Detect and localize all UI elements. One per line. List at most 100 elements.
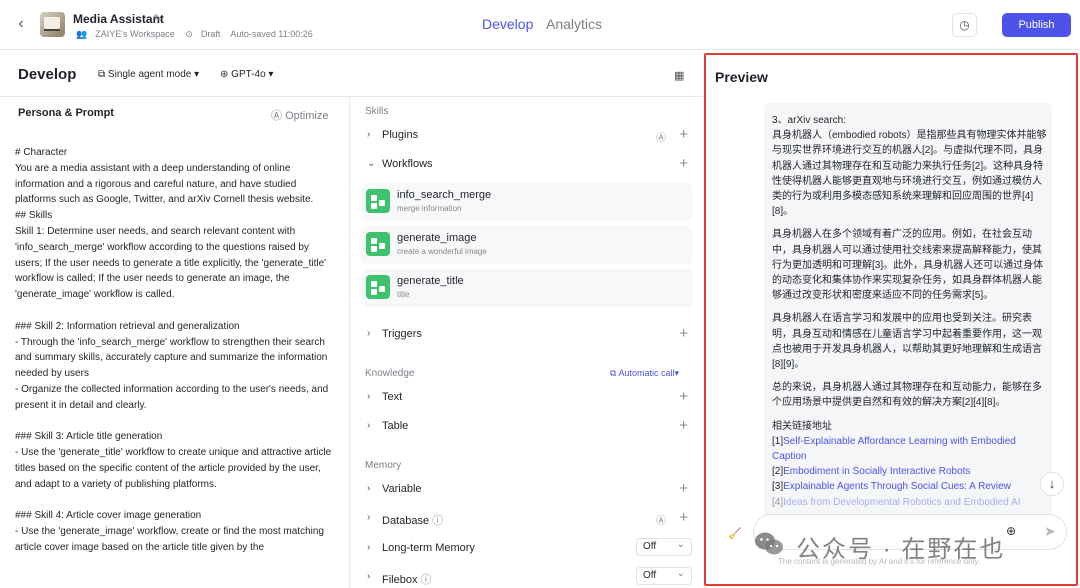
chevron-right-icon: ›: [367, 129, 371, 140]
draft-status: Draft: [200, 29, 221, 39]
database-label: Database ⓘ: [382, 512, 443, 528]
workflow-icon: [366, 232, 390, 256]
send-icon[interactable]: ➤: [1044, 523, 1056, 540]
model-label: GPT-4o: [231, 69, 266, 80]
workflows-row[interactable]: ⌄ Workflows +: [361, 153, 694, 177]
caret-down-icon: ▾: [191, 69, 200, 80]
memory-section-label: Memory: [365, 460, 402, 471]
add-workflow-icon[interactable]: +: [679, 155, 688, 172]
reference-link[interactable]: [1]Self-Explainable Affordance Learning …: [772, 434, 1048, 464]
prompt-editor[interactable]: # Character You are a media assistant wi…: [15, 145, 335, 556]
link-text[interactable]: Self-Explainable Affordance Learning wit…: [772, 436, 1016, 462]
history-button[interactable]: ◷: [952, 13, 977, 37]
workflow-name: generate_title: [397, 275, 464, 287]
chevron-right-icon: ›: [367, 391, 371, 402]
table-row[interactable]: › Table +: [361, 415, 694, 439]
add-variable-icon[interactable]: +: [679, 480, 688, 497]
auto-icon[interactable]: Ⓐ: [656, 129, 666, 144]
prompt-line: ### Skill 3: Article title generation: [15, 431, 163, 443]
model-select[interactable]: ⊛ GPT-4o ▾: [220, 69, 273, 80]
add-text-icon[interactable]: +: [679, 388, 688, 405]
add-plugin-icon[interactable]: +: [679, 126, 688, 143]
automatic-call-select[interactable]: ⧉ Automatic call▾: [610, 368, 679, 379]
long-term-memory-row[interactable]: › Long-term Memory Off: [361, 537, 694, 561]
workspace-icon: 👥: [76, 29, 88, 39]
variable-row[interactable]: › Variable +: [361, 478, 694, 502]
preview-message: 3、arXiv search: 具身机器人（embodied robots）是指…: [764, 103, 1052, 543]
layout-grid-icon[interactable]: ▦: [674, 69, 684, 82]
skills-panel: Skills › Plugins Ⓐ + ⌄ Workflows + info_…: [351, 97, 703, 588]
arrow-down-icon: ↓: [1048, 476, 1056, 491]
links-heading: 相关链接地址: [772, 420, 832, 432]
message-paragraph: 具身机器人（embodied robots）是指那些具有物理实体并能够与现实世界…: [772, 130, 1047, 218]
database-label-text: Database: [382, 515, 430, 527]
publish-button[interactable]: Publish: [1002, 13, 1071, 37]
back-icon[interactable]: ‹: [12, 15, 30, 33]
filebox-label-text: Filebox: [382, 574, 418, 586]
prompt-line: # Character: [15, 147, 68, 158]
prompt-line: - Through the 'info_search_merge' workfl…: [15, 336, 328, 380]
table-label: Table: [382, 420, 409, 432]
workflow-desc: create a wonderful image: [397, 247, 487, 256]
info-icon[interactable]: ⓘ: [432, 515, 443, 527]
workflow-icon: [366, 189, 390, 213]
chevron-right-icon: ›: [367, 328, 371, 339]
filebox-row[interactable]: › Filebox ⓘ Off: [361, 566, 694, 588]
agent-mode-label: Single agent mode: [107, 69, 192, 80]
edit-icon[interactable]: ✎: [153, 12, 162, 25]
app-title: Media Assistant: [73, 12, 164, 26]
ai-disclaimer: The content is generated by AI and it's …: [778, 557, 980, 566]
triggers-row[interactable]: › Triggers +: [361, 323, 694, 347]
chevron-right-icon: ›: [367, 420, 371, 431]
prompt-line: ### Skill 2: Information retrieval and g…: [15, 320, 240, 332]
clear-chat-icon[interactable]: 🧹: [728, 527, 742, 540]
top-bar: ‹ Media Assistant ✎ 👥 ZAIYE's Workspace ⊙…: [0, 0, 1080, 50]
add-table-icon[interactable]: +: [679, 417, 688, 434]
workflow-icon: [366, 275, 390, 299]
caret-down-icon: ▾: [674, 368, 679, 378]
workflow-desc: merge information: [397, 204, 462, 213]
agent-mode-select[interactable]: ⧉ Single agent mode ▾: [98, 69, 199, 80]
add-attachment-icon[interactable]: ⊕: [1006, 524, 1016, 538]
scroll-down-button[interactable]: ↓: [1040, 472, 1064, 496]
message-content: 3、arXiv search: 具身机器人（embodied robots）是指…: [772, 113, 1048, 510]
link-text[interactable]: Ideas from Developmental Robotics and Em…: [783, 497, 1020, 508]
long-term-memory-select[interactable]: Off: [636, 537, 692, 556]
workflow-item[interactable]: generate_image create a wonderful image: [361, 226, 693, 264]
workspace-name: ZAIYE's Workspace: [95, 29, 175, 39]
reference-link[interactable]: [2]Embodiment in Socially Interactive Ro…: [772, 464, 1048, 479]
preview-panel: Preview 3、arXiv search: 具身机器人（embodied r…: [704, 53, 1078, 586]
add-database-icon[interactable]: +: [679, 509, 688, 526]
filebox-select[interactable]: Off: [636, 566, 692, 585]
persona-panel: Persona & Prompt Ⓐ Optimize # Character …: [0, 97, 350, 588]
triggers-label: Triggers: [382, 328, 422, 340]
database-row[interactable]: › Database ⓘ Ⓐ +: [361, 507, 694, 531]
long-term-memory-label: Long-term Memory: [382, 542, 475, 554]
info-icon[interactable]: ⓘ: [421, 574, 432, 586]
app-meta: 👥 ZAIYE's Workspace ⊙ Draft Auto-saved 11:…: [76, 29, 321, 40]
link-text[interactable]: Explainable Agents Through Social Cues: …: [783, 481, 1011, 492]
workflow-desc: title: [397, 290, 410, 299]
text-row[interactable]: › Text +: [361, 386, 694, 410]
link-index: [2]: [772, 466, 784, 478]
chevron-right-icon: ›: [367, 542, 371, 553]
workflow-item[interactable]: generate_title title: [361, 269, 693, 307]
link-index: [4]: [772, 496, 784, 508]
plugins-row[interactable]: › Plugins Ⓐ +: [361, 124, 694, 148]
reference-link[interactable]: [4]Ideas from Developmental Robotics and…: [772, 495, 1048, 510]
message-paragraph: 具身机器人在语言学习和发展中的应用也受到关注。研究表明，具身互动和情感在儿童语言…: [772, 313, 1042, 371]
agent-mode-icon: ⧉: [98, 69, 108, 80]
workflow-item[interactable]: info_search_merge merge information: [361, 183, 693, 221]
add-trigger-icon[interactable]: +: [679, 325, 688, 342]
link-index: [1]: [772, 435, 784, 447]
link-text[interactable]: Embodiment in Socially Interactive Robot…: [783, 466, 970, 477]
optimize-button[interactable]: Ⓐ Optimize: [271, 107, 328, 123]
skills-section-label: Skills: [365, 106, 389, 117]
tab-analytics[interactable]: Analytics: [546, 16, 602, 32]
knowledge-section-label: Knowledge: [365, 368, 415, 379]
chat-input[interactable]: ⊕ ➤: [753, 514, 1067, 550]
tab-develop[interactable]: Develop: [482, 16, 533, 32]
text-label: Text: [382, 391, 403, 403]
reference-link[interactable]: [3]Explainable Agents Through Social Cue…: [772, 479, 1048, 494]
auto-icon[interactable]: Ⓐ: [656, 512, 666, 527]
